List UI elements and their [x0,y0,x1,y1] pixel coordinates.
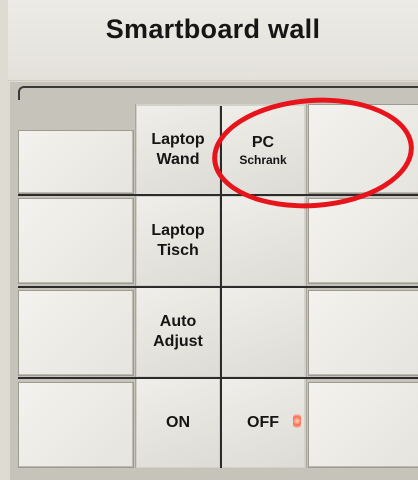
key-label-line1: ON [166,414,190,431]
key-label-line2: Adjust [153,333,203,350]
panel-title: Smartboard wall [105,14,321,44]
key-label-line1: Auto [159,313,197,330]
key-blank-center-2[interactable] [222,288,304,376]
key-label-line2: Tisch [157,242,199,259]
divider [18,286,418,288]
key-label-line1: Laptop [151,222,205,239]
key-label-line2: Wand [156,151,200,168]
key-blank-center[interactable] [222,197,304,285]
key-auto-adjust[interactable]: Auto Adjust [137,288,219,376]
blank-button-right-4[interactable] [308,382,418,468]
blank-button-right-2[interactable] [308,198,418,284]
panel-frame [18,86,418,100]
key-label-line1: OFF [247,414,279,431]
status-led-icon [293,412,301,430]
blank-button-left-3[interactable] [18,290,134,376]
blank-button-left-2[interactable] [18,198,134,284]
key-laptop-wand[interactable]: Laptop Wand [137,106,219,194]
blank-button-left-1[interactable] [18,130,134,194]
divider [18,377,418,379]
key-label-line1: Laptop [151,131,205,148]
key-off[interactable]: OFF [222,379,304,467]
key-on[interactable]: ON [137,379,219,467]
blank-button-right-3[interactable] [308,290,418,376]
blank-button-left-4[interactable] [18,382,134,468]
key-laptop-tisch[interactable]: Laptop Tisch [137,197,219,285]
